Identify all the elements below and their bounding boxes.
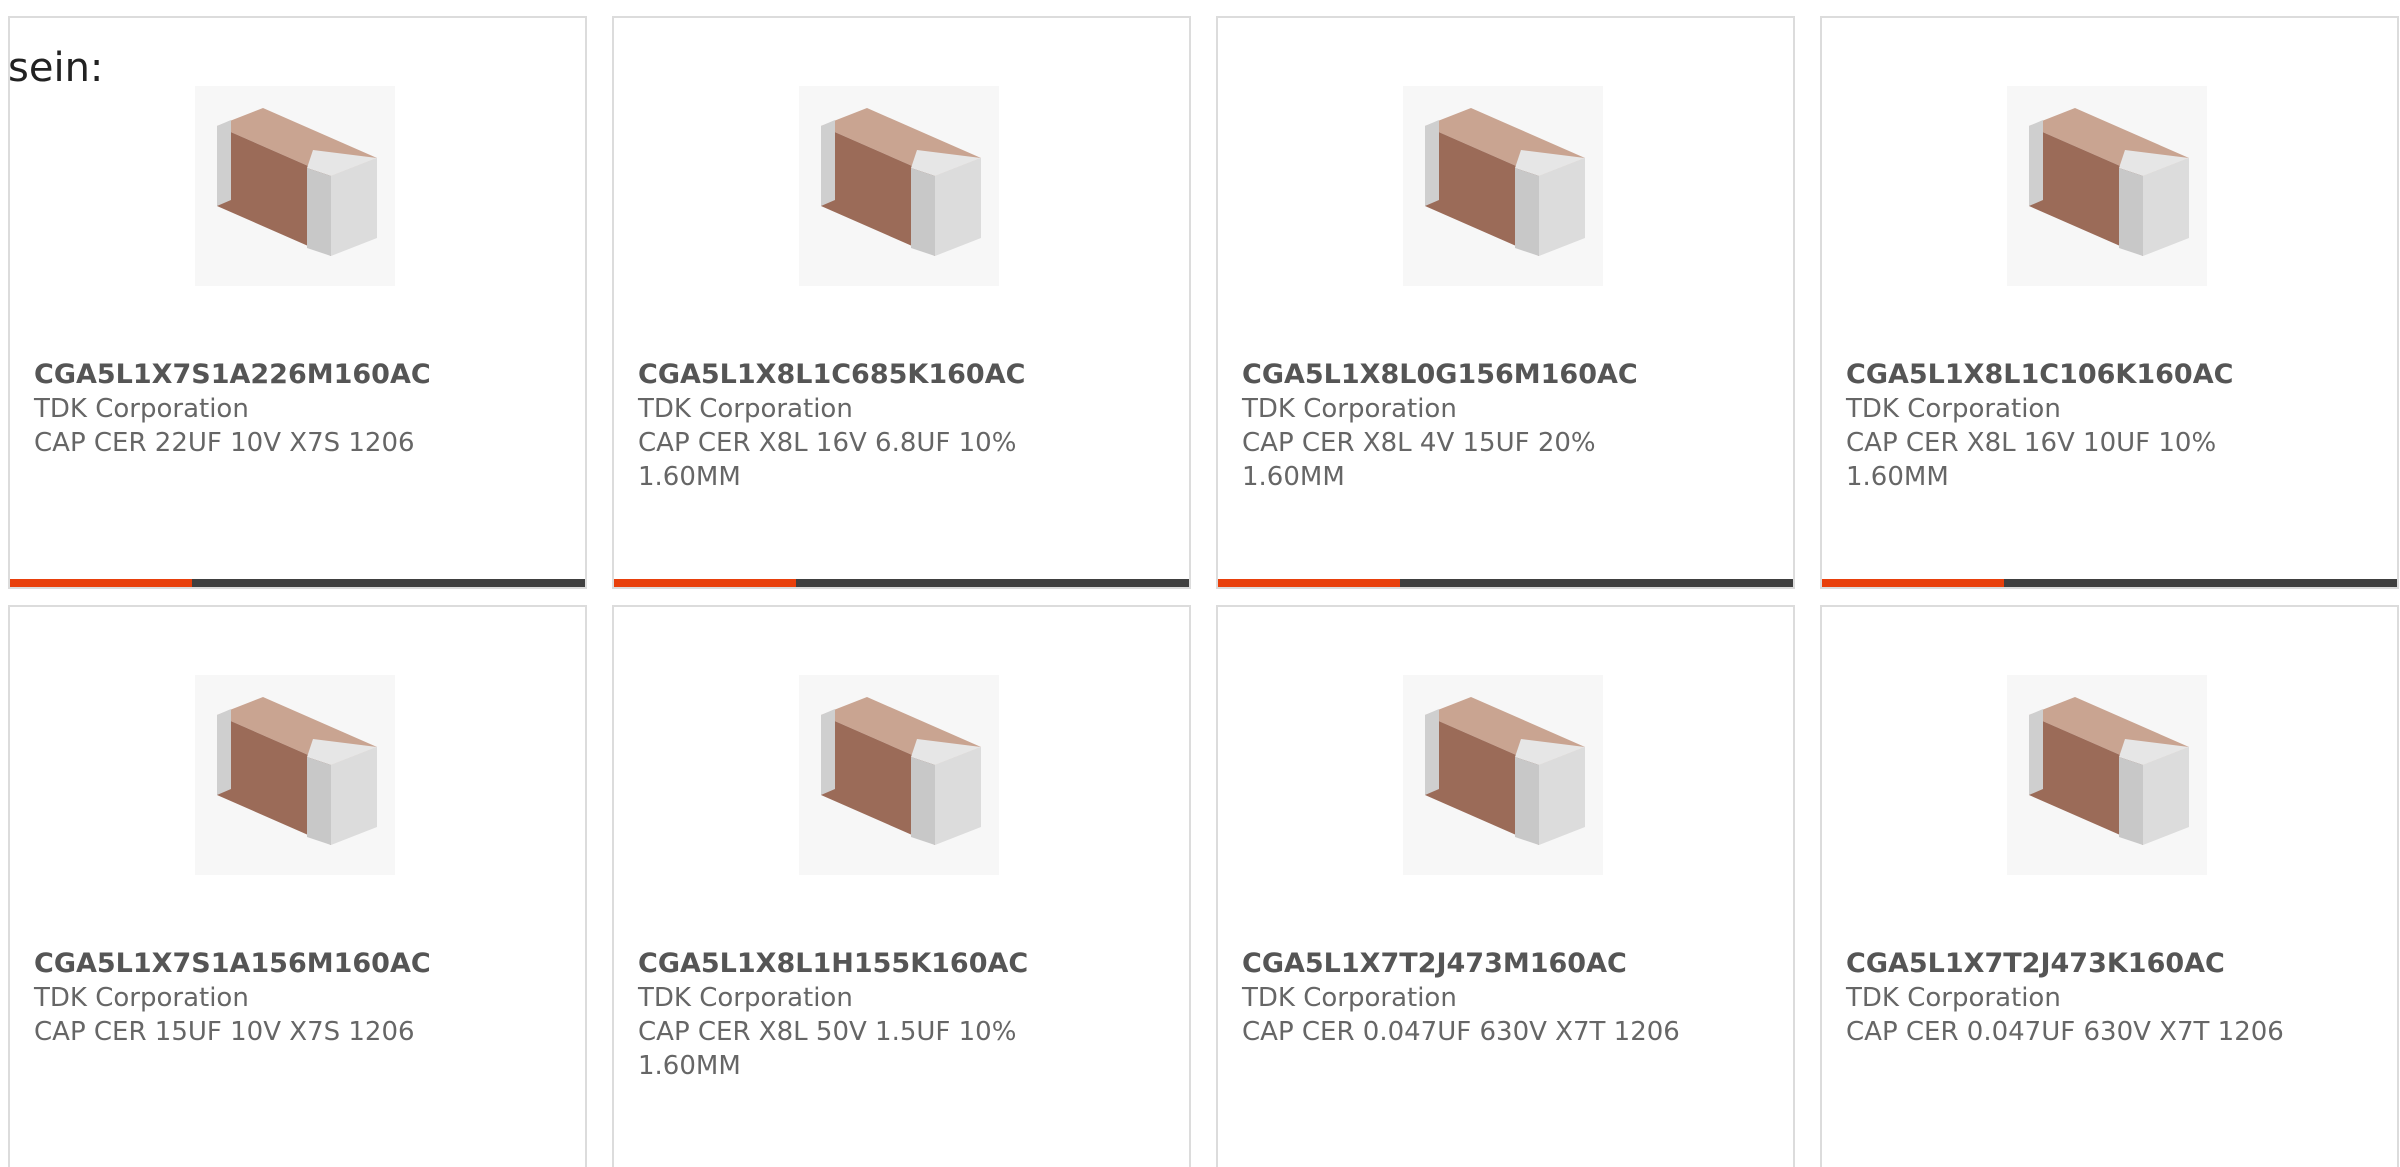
product-description: CAP CER X8L 4V 15UF 20% 1.60MM (1242, 428, 1596, 492)
ceramic-capacitor-chip-icon (2029, 697, 2189, 845)
manufacturer-name: TDK Corporation (1846, 983, 2061, 1013)
manufacturer-name: TDK Corporation (1242, 983, 1457, 1013)
capacitor-chip-image[interactable] (799, 86, 999, 286)
capacitor-chip-image[interactable] (195, 675, 395, 875)
part-number-link[interactable]: CGA5L1X8L1C685K160AC (638, 358, 1158, 392)
part-number-link[interactable]: CGA5L1X7S1A226M160AC (34, 358, 554, 392)
product-description: CAP CER 0.047UF 630V X7T 1206 (1846, 1017, 2284, 1047)
product-card[interactable]: CGA5L1X7T2J473M160AC TDK Corporation CAP… (1216, 605, 1795, 1167)
product-grid: CGA5L1X7S1A226M160AC TDK Corporation CAP… (8, 16, 2399, 1167)
part-number-link[interactable]: CGA5L1X7S1A156M160AC (34, 947, 554, 981)
card-progress-fill (1822, 579, 2004, 587)
ceramic-capacitor-chip-icon (1425, 697, 1585, 845)
product-info: CGA5L1X7S1A156M160AC TDK Corporation CAP… (34, 947, 554, 1049)
part-number-link[interactable]: CGA5L1X8L1H155K160AC (638, 947, 1158, 981)
part-number-link[interactable]: CGA5L1X8L0G156M160AC (1242, 358, 1762, 392)
product-info: CGA5L1X8L1C106K160AC TDK Corporation CAP… (1846, 358, 2366, 494)
capacitor-chip-image[interactable] (2007, 675, 2207, 875)
manufacturer-name: TDK Corporation (34, 983, 249, 1013)
ceramic-capacitor-chip-icon (821, 697, 981, 845)
card-progress-fill (614, 579, 796, 587)
card-progress-bar (1822, 579, 2397, 587)
product-card[interactable]: CGA5L1X7S1A156M160AC TDK Corporation CAP… (8, 605, 587, 1167)
card-progress-bar (614, 579, 1189, 587)
product-card[interactable]: CGA5L1X8L1C685K160AC TDK Corporation CAP… (612, 16, 1191, 589)
manufacturer-name: TDK Corporation (1242, 394, 1457, 424)
part-number-link[interactable]: CGA5L1X7T2J473K160AC (1846, 947, 2366, 981)
card-progress-bar (10, 579, 585, 587)
product-info: CGA5L1X8L1H155K160AC TDK Corporation CAP… (638, 947, 1158, 1083)
product-card[interactable]: CGA5L1X7S1A226M160AC TDK Corporation CAP… (8, 16, 587, 589)
product-description: CAP CER X8L 16V 10UF 10% 1.60MM (1846, 428, 2217, 492)
ceramic-capacitor-chip-icon (217, 697, 377, 845)
product-card[interactable]: CGA5L1X8L0G156M160AC TDK Corporation CAP… (1216, 16, 1795, 589)
product-info: CGA5L1X7T2J473K160AC TDK Corporation CAP… (1846, 947, 2366, 1049)
product-card[interactable]: CGA5L1X8L1C106K160AC TDK Corporation CAP… (1820, 16, 2399, 589)
capacitor-chip-image[interactable] (1403, 86, 1603, 286)
card-progress-bar (1218, 579, 1793, 587)
product-info: CGA5L1X8L0G156M160AC TDK Corporation CAP… (1242, 358, 1762, 494)
part-number-link[interactable]: CGA5L1X8L1C106K160AC (1846, 358, 2366, 392)
manufacturer-name: TDK Corporation (34, 394, 249, 424)
capacitor-chip-image[interactable] (2007, 86, 2207, 286)
section-heading-fragment: sein: (8, 45, 104, 91)
ceramic-capacitor-chip-icon (2029, 108, 2189, 256)
product-info: CGA5L1X7S1A226M160AC TDK Corporation CAP… (34, 358, 554, 460)
product-description: CAP CER 22UF 10V X7S 1206 (34, 428, 415, 458)
card-progress-fill (1218, 579, 1400, 587)
ceramic-capacitor-chip-icon (821, 108, 981, 256)
ceramic-capacitor-chip-icon (1425, 108, 1585, 256)
product-card[interactable]: CGA5L1X7T2J473K160AC TDK Corporation CAP… (1820, 605, 2399, 1167)
product-description: CAP CER X8L 16V 6.8UF 10% 1.60MM (638, 428, 1017, 492)
part-number-link[interactable]: CGA5L1X7T2J473M160AC (1242, 947, 1762, 981)
product-card[interactable]: CGA5L1X8L1H155K160AC TDK Corporation CAP… (612, 605, 1191, 1167)
manufacturer-name: TDK Corporation (638, 394, 853, 424)
capacitor-chip-image[interactable] (799, 675, 999, 875)
manufacturer-name: TDK Corporation (1846, 394, 2061, 424)
card-progress-fill (10, 579, 192, 587)
product-info: CGA5L1X8L1C685K160AC TDK Corporation CAP… (638, 358, 1158, 494)
capacitor-chip-image[interactable] (1403, 675, 1603, 875)
capacitor-chip-image[interactable] (195, 86, 395, 286)
product-description: CAP CER 0.047UF 630V X7T 1206 (1242, 1017, 1680, 1047)
product-description: CAP CER 15UF 10V X7S 1206 (34, 1017, 415, 1047)
product-carousel-page: sein: CGA5L1X7S1A226M160AC TDK Corporati… (0, 0, 2400, 1167)
manufacturer-name: TDK Corporation (638, 983, 853, 1013)
ceramic-capacitor-chip-icon (217, 108, 377, 256)
product-info: CGA5L1X7T2J473M160AC TDK Corporation CAP… (1242, 947, 1762, 1049)
product-description: CAP CER X8L 50V 1.5UF 10% 1.60MM (638, 1017, 1017, 1081)
